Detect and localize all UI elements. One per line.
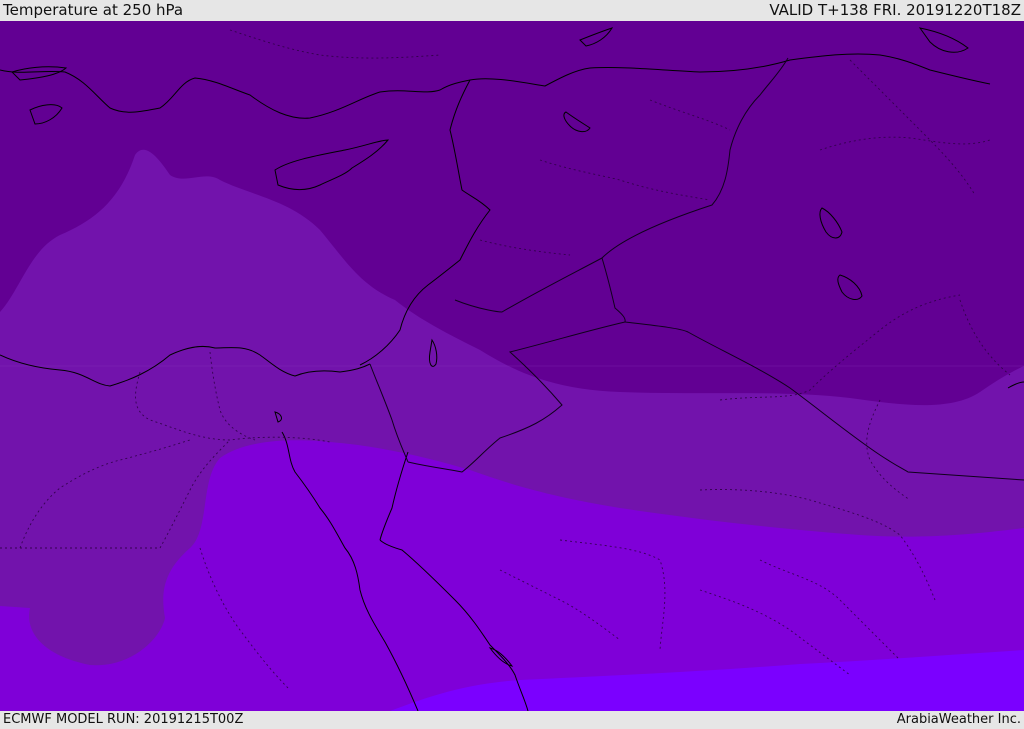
valid-time: VALID T+138 FRI. 20191220T18Z [769, 1, 1021, 19]
map-header: Temperature at 250 hPa VALID T+138 FRI. … [0, 0, 1024, 21]
map-title: Temperature at 250 hPa [3, 1, 184, 19]
map-footer: ECMWF MODEL RUN: 20191215T00Z ArabiaWeat… [0, 711, 1024, 729]
weather-map [0, 21, 1024, 711]
model-run: ECMWF MODEL RUN: 20191215T00Z [3, 712, 244, 727]
credit: ArabiaWeather Inc. [896, 712, 1021, 727]
